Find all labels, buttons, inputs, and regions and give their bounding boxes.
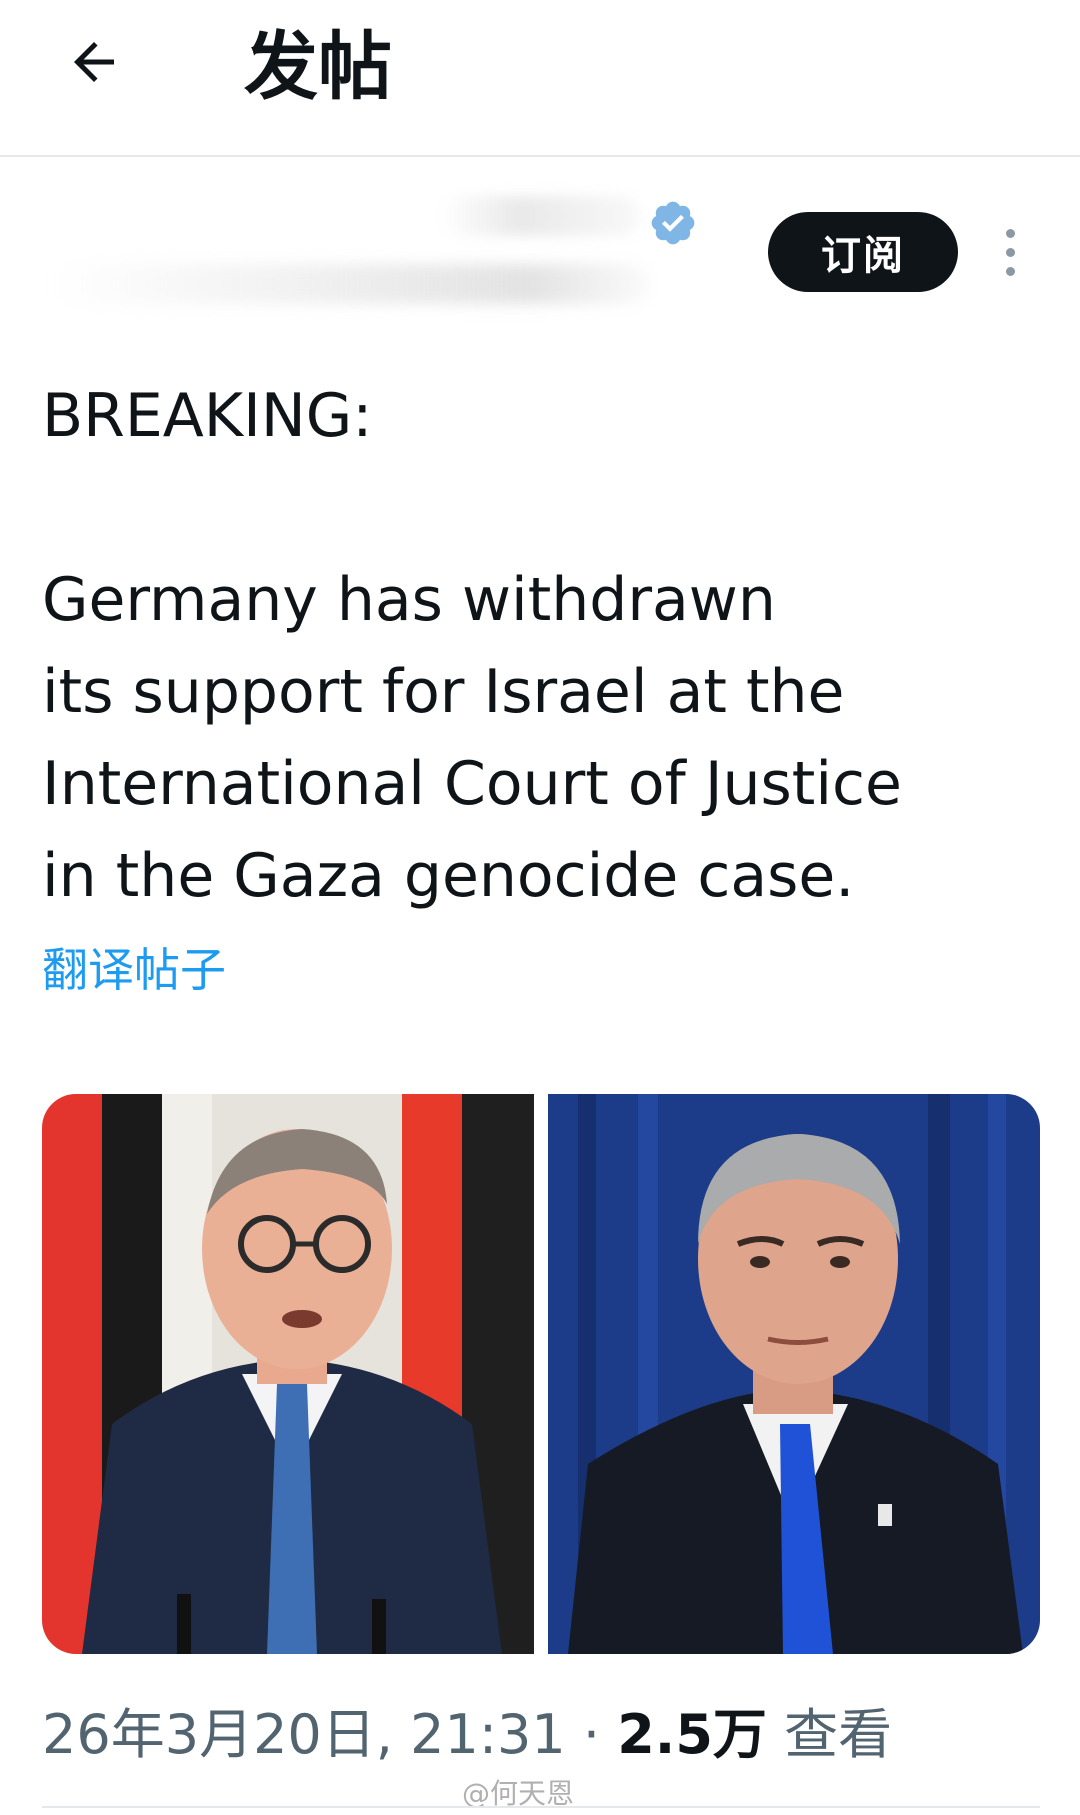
post-text-line: Germany has withdrawn [42,565,776,635]
page-title: 发帖 [244,24,392,110]
translate-post-link[interactable]: 翻译帖子 [42,940,226,1000]
photo-right-illustration [548,1094,1040,1654]
arrow-left-icon [74,42,114,82]
post-body: BREAKING: Germany has withdrawn its supp… [42,370,1042,922]
post-image-left[interactable] [42,1094,534,1654]
post-media-grid [42,1094,1040,1654]
back-button[interactable] [58,26,130,98]
post-meta: 26年3月20日, 21:31 · 2.5万 查看 [42,1700,892,1770]
views-count[interactable]: 2.5万 [617,1703,767,1766]
post-text-line: BREAKING: [42,381,373,451]
subscribe-button[interactable]: 订阅 [768,212,958,292]
post-image-right[interactable] [548,1094,1040,1654]
verified-badge-icon [651,201,695,245]
meta-separator: · [565,1703,618,1766]
author-handle-redacted[interactable] [50,264,650,304]
post-timestamp: 26年3月20日, 21:31 [42,1703,566,1766]
post-text-line: International Court of Justice [42,749,902,819]
post-text-line: its support for Israel at the [42,657,845,727]
post-text-line: in the Gaza genocide case. [42,841,855,911]
photo-left-illustration [42,1094,534,1654]
top-app-bar: 发帖 [0,0,1080,157]
author-row: 订阅 [0,180,1080,330]
more-vertical-icon [1005,228,1015,238]
more-options-button[interactable] [990,210,1030,294]
author-display-name-redacted[interactable] [440,196,640,236]
divider [42,1806,1040,1808]
views-label: 查看 [766,1703,893,1766]
